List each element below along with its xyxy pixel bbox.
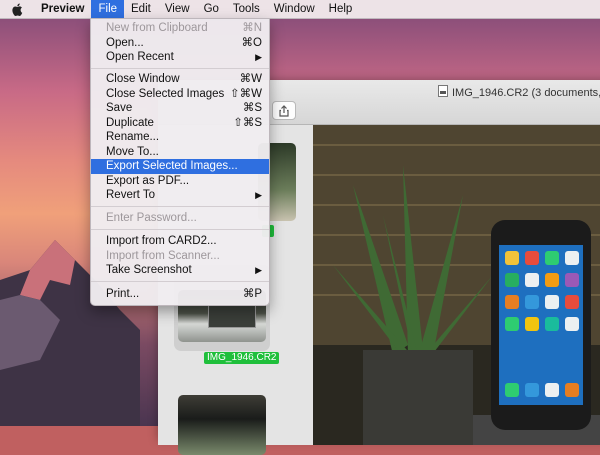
photo-plant-and-phone (313, 125, 600, 445)
menu-item-import-from-card2[interactable]: Import from CARD2... (91, 234, 269, 249)
menu-item-new-from-clipboard[interactable]: New from Clipboard ⌘N (91, 21, 269, 36)
menu-bar: Preview File Edit View Go Tools Window H… (0, 0, 600, 19)
window-title-text: IMG_1946.CR2 (3 documents, 3 (452, 86, 600, 99)
window-title: IMG_1946.CR2 (3 documents, 3 (438, 85, 600, 100)
menu-separator (91, 68, 269, 69)
menu-item-save[interactable]: Save ⌘S (91, 101, 269, 116)
menu-item-export-selected-images[interactable]: Export Selected Images... (91, 159, 269, 174)
menu-window[interactable]: Window (267, 0, 322, 18)
menu-item-export-as-pdf[interactable]: Export as PDF... (91, 174, 269, 189)
menu-item-close-selected-images[interactable]: Close Selected Images ⇧⌘W (91, 87, 269, 102)
share-icon (279, 104, 289, 117)
submenu-arrow-icon: ▶ (255, 52, 262, 62)
menu-tools[interactable]: Tools (226, 0, 267, 18)
menu-item-print[interactable]: Print... ⌘P (91, 287, 269, 302)
menu-item-rename[interactable]: Rename... (91, 130, 269, 145)
menu-separator (91, 281, 269, 282)
menu-item-open[interactable]: Open... ⌘O (91, 36, 269, 51)
share-button[interactable] (272, 101, 296, 120)
main-image (313, 125, 600, 445)
menu-item-open-recent[interactable]: Open Recent ▶ (91, 50, 269, 65)
file-menu: New from Clipboard ⌘N Open... ⌘O Open Re… (90, 18, 270, 306)
document-icon (438, 85, 448, 100)
menu-file[interactable]: File (91, 0, 125, 18)
menu-preview[interactable]: Preview (34, 0, 91, 18)
menu-item-import-from-scanner[interactable]: Import from Scanner... (91, 249, 269, 264)
menu-item-revert-to[interactable]: Revert To ▶ (91, 188, 269, 203)
menu-separator (91, 206, 269, 207)
menu-separator (91, 229, 269, 230)
submenu-arrow-icon: ▶ (255, 265, 262, 275)
menu-item-enter-password[interactable]: Enter Password... (91, 211, 269, 226)
menu-item-duplicate[interactable]: Duplicate ⇧⌘S (91, 116, 269, 131)
menu-edit[interactable]: Edit (124, 0, 158, 18)
menu-item-close-window[interactable]: Close Window ⌘W (91, 72, 269, 87)
apple-menu-icon[interactable] (0, 0, 34, 18)
menu-item-move-to[interactable]: Move To... (91, 145, 269, 160)
laptop-preview (208, 304, 256, 328)
menu-view[interactable]: View (158, 0, 197, 18)
submenu-arrow-icon: ▶ (255, 190, 262, 200)
thumbnail-3[interactable] (178, 395, 266, 455)
thumbnail-label-2: IMG_1946.CR2 (204, 352, 280, 364)
menu-help[interactable]: Help (322, 0, 360, 18)
menu-go[interactable]: Go (197, 0, 226, 18)
menu-item-take-screenshot[interactable]: Take Screenshot ▶ (91, 263, 269, 278)
